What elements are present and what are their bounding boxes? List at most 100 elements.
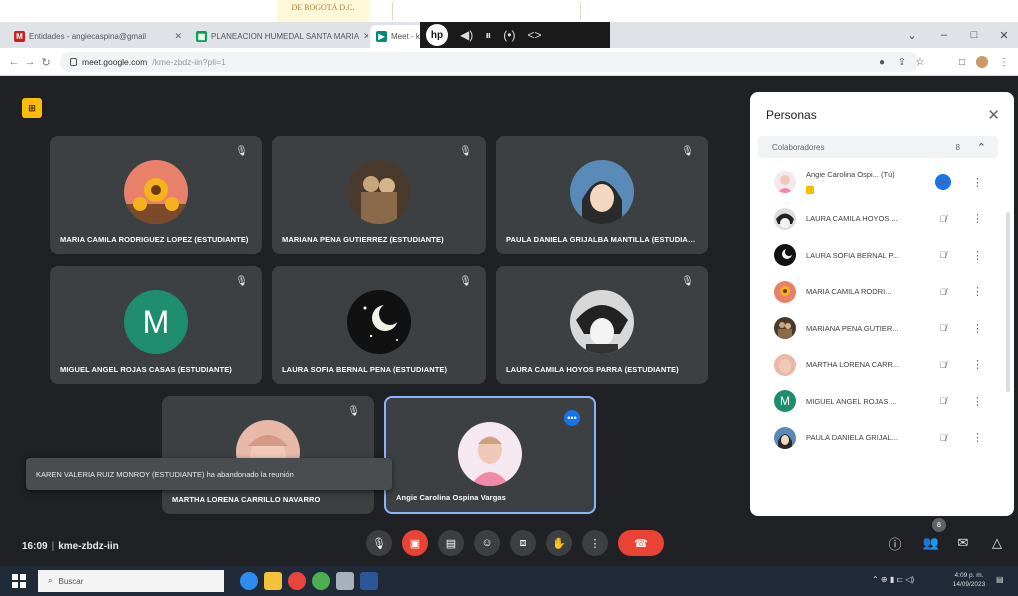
chat-icon[interactable]: ✉ — [952, 532, 974, 554]
more-vert-icon[interactable]: ⋮ — [972, 395, 983, 408]
avatar — [774, 317, 796, 340]
list-item[interactable]: PAULA DANIELA GRIJAL... 🎙̸ ⋮ — [750, 420, 1000, 457]
more-vert-icon[interactable]: ⋮ — [972, 358, 983, 371]
list-item[interactable]: LAURA CAMILA HOYOS ... 🎙̸ ⋮ — [750, 201, 1000, 238]
more-options-icon[interactable]: ••• — [564, 410, 580, 426]
mic-muted-icon[interactable]: ⏸ — [485, 28, 491, 43]
people-count-badge: 8 — [932, 518, 946, 532]
close-icon[interactable]: ✕ — [987, 106, 1000, 124]
raise-hand-button[interactable]: ✋ — [546, 530, 572, 556]
activities-icon[interactable]: △ — [986, 532, 1008, 554]
notifications-icon[interactable]: ▤ — [996, 575, 1004, 584]
hp-media-overlay: hp ◀) ⏸ (•) <> — [420, 22, 610, 48]
participant-tile[interactable]: 🎙 LAURA CAMILA HOYOS PARRA (ESTUDIANTE) — [496, 266, 708, 384]
taskbar-search-input[interactable]: ⌕ Buscar — [38, 570, 224, 592]
windows-taskbar: ⌕ Buscar ⌃ ⊕ ▮ ⊏ ◁) 4:09 p. m. 14/09/202… — [0, 566, 1018, 596]
list-item[interactable]: MARTHA LORENA CARR... 🎙̸ ⋮ — [750, 347, 1000, 384]
list-item[interactable]: LAURA SOFIA BERNAL P... 🎙̸ ⋮ — [750, 237, 1000, 274]
address-bar: ← → ↻ meet.google.com/kme-zbdz-iin?pli=1… — [0, 48, 1018, 76]
participant-tile[interactable]: 🎙 MARIA CAMILA RODRIGUEZ LOPEZ (ESTUDIAN… — [50, 136, 262, 254]
list-item[interactable]: MARIANA PENA GUTIER... 🎙̸ ⋮ — [750, 310, 1000, 347]
forward-icon[interactable]: → — [22, 54, 38, 70]
avatar-letter: M — [780, 394, 790, 409]
more-vert-icon[interactable]: ⋮ — [972, 176, 983, 189]
participant-left-toast: KAREN VALERIA RUIZ MONROY (ESTUDIANTE) h… — [26, 458, 392, 490]
list-item[interactable]: MARIA CAMILA RODRI... 🎙̸ ⋮ — [750, 274, 1000, 311]
app-icon[interactable] — [336, 572, 354, 590]
mic-off-icon: 🎙 — [459, 146, 472, 157]
participant-tile[interactable]: 🎙 MARIANA PENA GUTIERREZ (ESTUDIANTE) — [272, 136, 486, 254]
people-icon[interactable]: 👥 — [920, 532, 942, 554]
chevron-up-icon[interactable]: ⌃ — [977, 141, 986, 154]
participant-tile[interactable]: 🎙 MARTHA LORENA CARRILLO NAVARRO — [162, 396, 374, 514]
browser-tab-sheets[interactable]: ▦ PLANEACION HUMEDAL SANTA MARIA ✕ — [190, 25, 368, 48]
avatar-letter: M — [142, 303, 170, 340]
system-tray-icons[interactable]: ⌃ ⊕ ▮ ⊏ ◁) — [872, 575, 914, 584]
maximize-button[interactable]: □ — [960, 22, 988, 48]
volume-icon[interactable]: ◀) — [460, 28, 473, 42]
reload-icon[interactable]: ↻ — [38, 54, 54, 70]
mic-off-icon: 🎙 — [235, 276, 248, 287]
self-tile[interactable]: ••• Angie Carolina Ospina Vargas — [384, 396, 596, 514]
clock-date: 14/09/2023 — [952, 581, 986, 588]
camera-off-button[interactable]: ▣ — [402, 530, 428, 556]
chrome-icon[interactable] — [288, 572, 306, 590]
info-icon[interactable]: ⓘ — [884, 532, 906, 554]
browser-menu-icon[interactable]: ⋮ — [996, 54, 1012, 70]
windows-start-icon[interactable] — [12, 574, 26, 588]
url-host: meet.google.com — [82, 57, 148, 67]
bookmark-star-icon[interactable]: ☆ — [912, 54, 928, 70]
extensions-icon[interactable]: □ — [954, 54, 970, 70]
more-vert-icon[interactable]: ⋮ — [972, 322, 983, 335]
collaborators-group-header[interactable]: Colaboradores 8 ⌃ — [758, 136, 998, 158]
more-options-button[interactable]: ⋮ — [582, 530, 608, 556]
captions-button[interactable]: ▤ — [438, 530, 464, 556]
more-vert-icon[interactable]: ⋮ — [972, 249, 983, 262]
participant-tile[interactable]: 🎙 M MIGUEL ANGEL ROJAS CASAS (ESTUDIANTE… — [50, 266, 262, 384]
more-vert-icon[interactable]: ⋮ — [972, 431, 983, 444]
more-vert-icon[interactable]: ⋮ — [972, 212, 983, 225]
url-field[interactable]: meet.google.com/kme-zbdz-iin?pli=1 — [60, 52, 920, 72]
more-vert-icon[interactable]: ⋮ — [972, 285, 983, 298]
profile-avatar-icon[interactable] — [974, 54, 990, 70]
avatar — [570, 290, 634, 354]
edge-icon[interactable] — [240, 572, 258, 590]
participant-tile[interactable]: 🎙 PAULA DANIELA GRIJALBA MANTILLA (ESTUD… — [496, 136, 708, 254]
close-window-button[interactable]: ✕ — [990, 22, 1018, 48]
mic-toggle-button[interactable]: 🎙 — [366, 530, 392, 556]
share-icon[interactable]: ⇪ — [894, 54, 910, 70]
meet-stage: ⊞ 🎙 MARIA CAMILA RODRIGUEZ LOPEZ (ESTUDI… — [0, 76, 1018, 566]
camera-icon[interactable]: (•) — [503, 28, 515, 42]
back-icon[interactable]: ← — [6, 54, 22, 70]
participant-tile[interactable]: 🎙 LAURA SOFIA BERNAL PENA (ESTUDIANTE) — [272, 266, 486, 384]
browser-tab-gmail[interactable]: M Entidades - angiecaspina@gmail ✕ — [8, 25, 188, 48]
word-icon[interactable] — [360, 572, 378, 590]
close-tab-icon[interactable]: ✕ — [174, 31, 182, 42]
taskbar-clock[interactable]: 4:09 p. m. 14/09/2023 — [948, 571, 990, 589]
code-icon[interactable]: <> — [527, 28, 541, 42]
avatar: M — [124, 290, 188, 354]
meeting-info-icon[interactable]: ⊞ — [22, 98, 42, 118]
participant-name: PAULA DANIELA GRIJALBA MANTILLA (ESTUDIA… — [506, 235, 698, 244]
meeting-details: 16:09 | kme-zbdz-iin — [22, 541, 119, 552]
hp-logo: hp — [426, 24, 448, 46]
leave-call-button[interactable]: ☎ — [618, 530, 664, 556]
background-document-strip: DE BOGOTÁ D.C. — [0, 0, 1018, 22]
chevron-down-icon[interactable]: ⌄ — [898, 22, 926, 48]
avatar — [347, 160, 411, 224]
panel-scrollbar[interactable] — [1006, 212, 1010, 392]
participant-name: LAURA SOFIA BERNAL P... — [806, 250, 899, 260]
close-tab-icon[interactable]: ✕ — [363, 31, 368, 42]
present-screen-button[interactable]: ⧈ — [510, 530, 536, 556]
minimize-button[interactable]: – — [930, 22, 958, 48]
chrome-profile-icon[interactable] — [312, 572, 330, 590]
search-placeholder: Buscar — [58, 576, 84, 586]
reactions-button[interactable]: ☺ — [474, 530, 500, 556]
file-explorer-icon[interactable] — [264, 572, 282, 590]
camera-indicator-icon[interactable]: ● — [874, 54, 890, 70]
search-icon: ⌕ — [48, 576, 53, 585]
participant-name: MARIANA PENA GUTIER... — [806, 323, 899, 333]
list-item[interactable]: M MIGUEL ANGEL ROJAS ... 🎙̸ ⋮ — [750, 383, 1000, 420]
list-item[interactable]: Angie Carolina Ospi... (Tú) ••• ⋮ — [750, 164, 1000, 201]
mic-off-icon: 🎙 — [681, 276, 694, 287]
